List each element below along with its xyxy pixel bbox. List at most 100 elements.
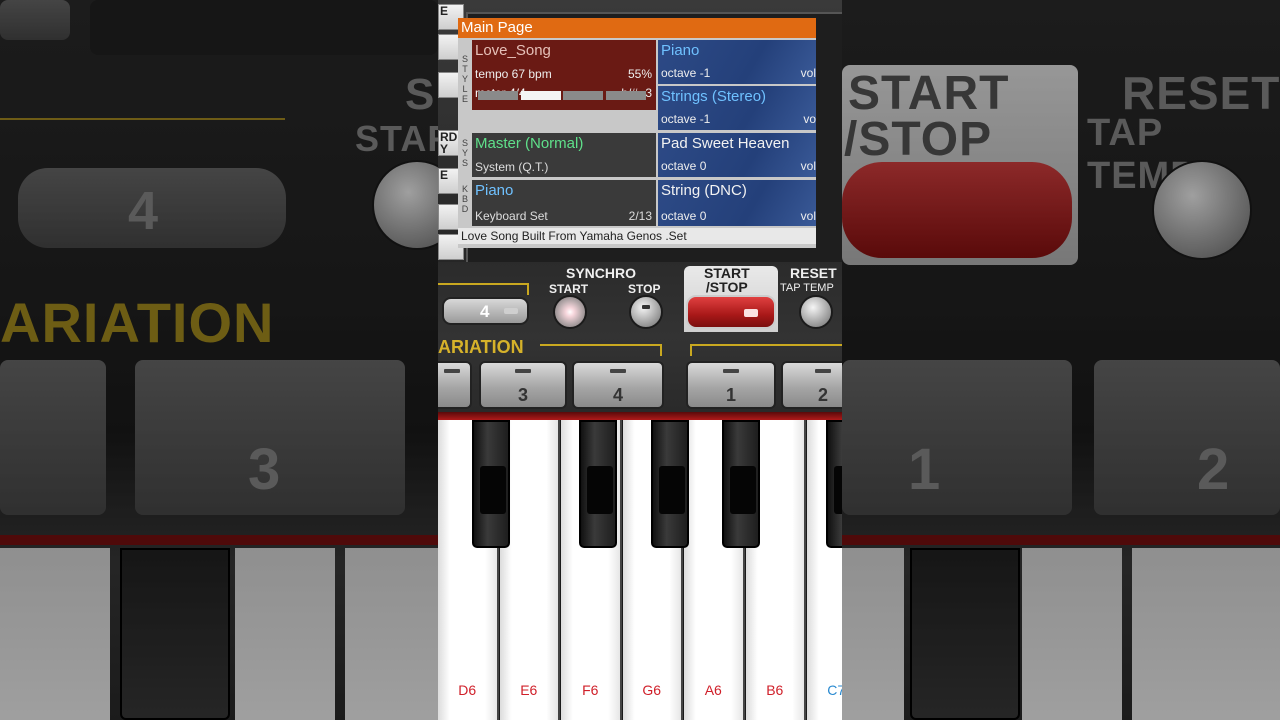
divider-line (540, 344, 662, 346)
sys-cell[interactable]: Master (Normal) System (Q.T.) (472, 133, 656, 177)
black-key-surface (834, 466, 842, 514)
variation-pad-3[interactable]: 3 (479, 361, 567, 409)
style-side-label: STYLE (461, 54, 468, 104)
part-1-vol: vol (800, 66, 816, 80)
part-2-octave: octave -1 (661, 112, 711, 126)
black-key[interactable] (826, 420, 842, 548)
divider-line (660, 344, 662, 356)
divider-line (690, 344, 692, 356)
divider-line (527, 283, 529, 295)
start-stop-led (744, 309, 758, 317)
keyboard-app: E RD Y E Main Page STYLE SYS KBD Love_Son… (438, 0, 842, 720)
ending-pad-1[interactable]: 1 (686, 361, 776, 409)
key-note-label: E6 (520, 682, 538, 698)
main-page-display: Main Page STYLE SYS KBD Love_Song tempo … (458, 18, 816, 248)
kbd-sub: Keyboard Set (475, 209, 548, 223)
style-percent: 55% (627, 67, 652, 81)
synchro-start-label: START (549, 282, 589, 296)
beat-segment (520, 91, 561, 100)
part-1-cell[interactable]: Piano octave -1 vol (658, 40, 816, 84)
part-4-cell[interactable]: String (DNC) octave 0 vol (658, 180, 816, 226)
part-4-octave: octave 0 (661, 209, 707, 223)
style-name: Love_Song (475, 42, 551, 59)
key-note-label: C7 (827, 682, 842, 698)
start-stop-label-line2: /STOP (705, 279, 748, 295)
pad-led (815, 369, 831, 373)
pad-label: 4 (612, 385, 623, 405)
part-2-cell[interactable]: Strings (Stereo) octave -1 vo (658, 86, 816, 130)
number-button-led (504, 308, 518, 314)
piano-keyboard: D6 E6 F6 G6 A6 B6 C7 (438, 412, 842, 720)
start-stop-label: START /STOP (704, 266, 750, 294)
part-2-vol: vo (803, 112, 816, 126)
knob-notch (642, 305, 650, 309)
keyboard-red-strip (438, 412, 842, 420)
kbd-side-label: KBD (461, 184, 469, 214)
pad-led (444, 369, 460, 373)
key-note-label: B6 (766, 682, 784, 698)
bg-dim-overlay (0, 0, 438, 720)
kbd-cell[interactable]: Piano Keyboard Set 2/13 (472, 180, 656, 226)
part-3-cell[interactable]: Pad Sweet Heaven octave 0 vol (658, 133, 816, 177)
style-tempo: tempo 67 bpm (475, 67, 552, 81)
synchro-label: SYNCHRO (566, 265, 637, 281)
pad-led (610, 369, 626, 373)
tap-tempo-label: TAP TEMP (780, 282, 834, 294)
variation-pad-2[interactable] (438, 361, 472, 409)
key-note-label: F6 (582, 682, 599, 698)
background-left: 4 ARIATION S STAR 3 (0, 0, 438, 720)
black-key-surface (659, 466, 685, 514)
key-note-label: A6 (704, 682, 722, 698)
synchro-stop-knob[interactable] (629, 295, 663, 329)
number-button[interactable]: 4 (442, 297, 529, 325)
kbd-count: 2/13 (628, 209, 652, 223)
number-button-label: 4 (480, 302, 490, 321)
beat-segment (563, 91, 603, 100)
black-key[interactable] (651, 420, 689, 548)
black-key-surface (730, 466, 756, 514)
variation-pad-4[interactable]: 4 (572, 361, 664, 409)
key-note-label: D6 (458, 682, 477, 698)
strip-label: Y (440, 142, 449, 156)
sys-name: Master (Normal) (475, 135, 584, 152)
background-right: START /STOP RESET TAP TEMP 1 2 (842, 0, 1280, 720)
synchro-stop-label: STOP (628, 282, 661, 296)
part-1-name: Piano (661, 42, 700, 59)
variation-label: ARIATION (438, 337, 524, 357)
pad-label: 2 (817, 385, 828, 405)
pad-label: 1 (725, 385, 736, 405)
black-key-surface (587, 466, 613, 514)
black-key[interactable] (472, 420, 510, 548)
start-stop-label-line1: START (704, 265, 750, 281)
part-3-octave: octave 0 (661, 159, 707, 173)
reset-tap-tempo-knob[interactable] (799, 295, 833, 329)
black-key-surface (480, 466, 506, 514)
start-stop-button[interactable] (686, 295, 776, 329)
ending-pad-2[interactable]: 2 (781, 361, 842, 409)
app-stage: 4 ARIATION S STAR 3 START /STOP RESET TA… (0, 0, 1280, 720)
part-3-vol: vol (800, 159, 816, 173)
beat-segment (478, 91, 518, 100)
part-3-name: Pad Sweet Heaven (661, 135, 790, 152)
top-panel: E RD Y E Main Page STYLE SYS KBD Love_Son… (438, 0, 842, 268)
reset-label: RESET (790, 265, 837, 281)
main-page-title: Main Page (458, 18, 816, 38)
pad-led (515, 369, 531, 373)
synchro-start-knob[interactable] (553, 295, 587, 329)
part-2-name: Strings (Stereo) (661, 88, 767, 105)
divider-line (690, 344, 842, 346)
key-note-label: G6 (642, 682, 662, 698)
pad-led (723, 369, 739, 373)
bg-dim-overlay (842, 0, 1280, 720)
beat-segment (605, 91, 646, 100)
controls-panel: 4 SYNCHRO START STOP START /STOP RESET T… (438, 262, 842, 412)
black-key[interactable] (722, 420, 760, 548)
part-4-vol: vol (800, 209, 816, 223)
black-key[interactable] (579, 420, 617, 548)
pad-label: 3 (517, 385, 528, 405)
kbd-name: Piano (475, 182, 514, 199)
part-4-name: String (DNC) (661, 182, 747, 199)
sys-sub: System (Q.T.) (475, 160, 549, 174)
part-1-octave: octave -1 (661, 66, 711, 80)
sys-side-label: SYS (461, 138, 468, 168)
